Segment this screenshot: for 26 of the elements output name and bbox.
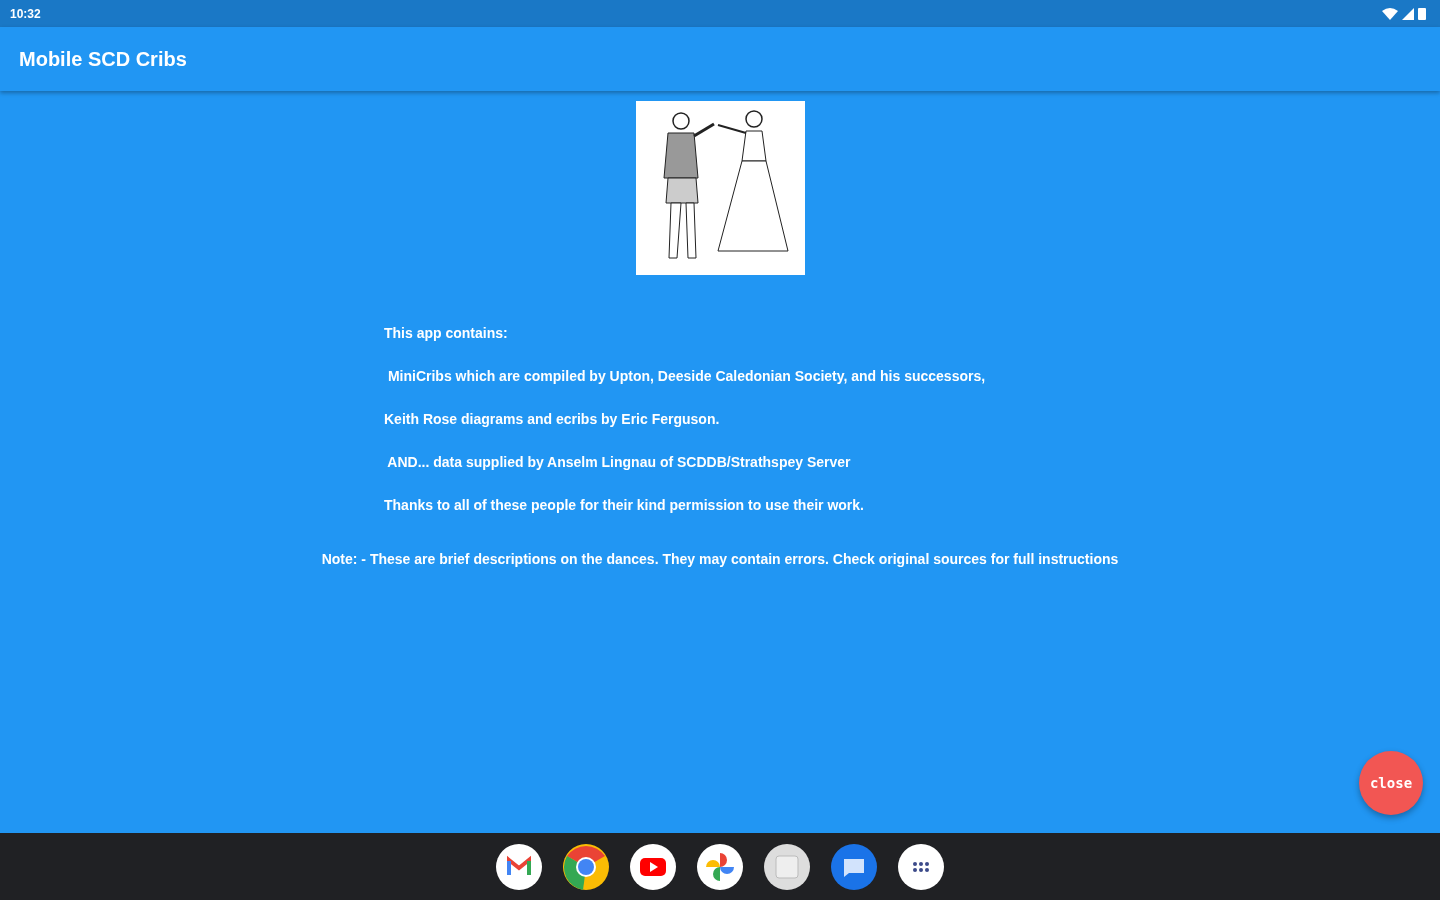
status-time: 10:32 [10,6,41,21]
taskbar-app[interactable] [630,843,676,890]
play-icon [630,843,676,890]
signal-icon [1402,7,1414,20]
info-text: MiniCribs which are compiled by Upton, Deeside Caledonian Society, and his successors, [386,368,987,384]
gallery-icon [764,843,810,890]
mail-icon [496,843,542,890]
taskbar-app[interactable] [563,843,609,890]
info-text: AND... data supplied by Anselm Lingnau of SCDDB/Strathspey Server [386,454,852,470]
apps-grid-icon [898,843,944,890]
close-button[interactable]: close [1359,751,1423,815]
taskbar-app[interactable] [764,843,810,890]
battery-icon [1418,7,1426,20]
taskbar-app[interactable] [831,843,877,890]
info-text: This app contains: [384,325,509,341]
info-text: Thanks to all of these people for their kind permission to use their work. [384,497,865,513]
taskbar-app[interactable] [496,843,542,890]
browser-icon [563,843,609,890]
taskbar-app[interactable] [697,843,743,890]
chat-icon [831,843,877,890]
taskbar-app[interactable] [898,843,944,890]
note-text: Note: - These are brief descriptions on the dances. They may contain errors. Check original sources for full instructions [321,551,1119,567]
info-text: Keith Rose diagrams and ecribs by Eric Ferguson. [384,411,721,427]
pinwheel-icon [697,843,743,890]
app-title: Mobile SCD Cribs [19,47,187,71]
wifi-icon [1382,7,1398,20]
